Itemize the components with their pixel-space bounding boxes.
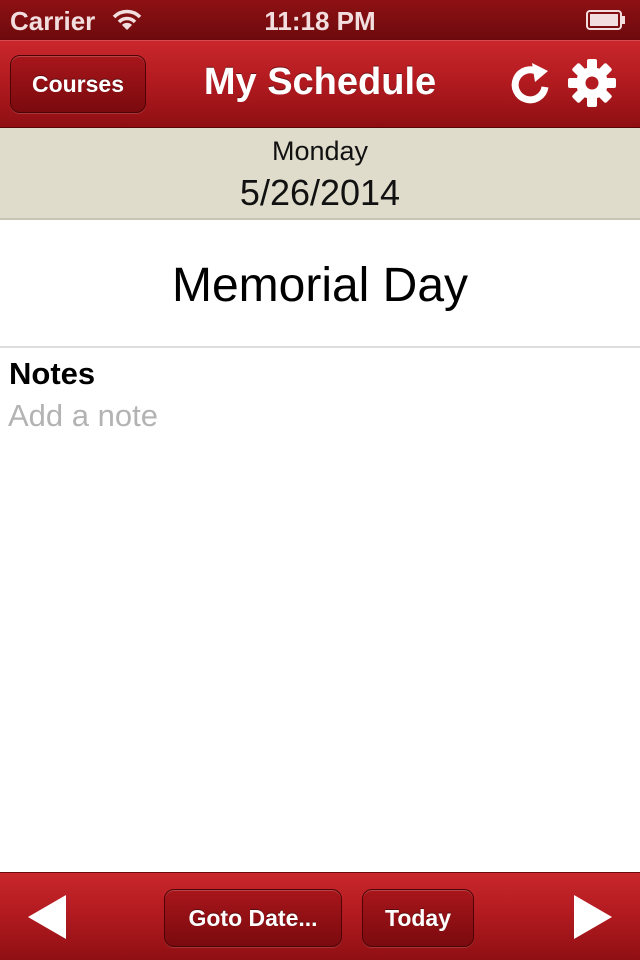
status-bar: Carrier 11:18 PM [0, 0, 640, 40]
bottom-toolbar: Goto Date... Today [0, 872, 640, 960]
previous-arrow-icon[interactable] [22, 891, 72, 943]
gear-icon[interactable] [566, 57, 618, 109]
battery-icon [586, 10, 625, 30]
clock-time: 11:18 PM [264, 6, 376, 36]
date-header: Monday 5/26/2014 [0, 128, 640, 220]
navigation-bar: Courses My Schedule [0, 40, 640, 128]
today-button[interactable]: Today [362, 889, 474, 947]
next-arrow-icon[interactable] [568, 891, 618, 943]
event-name: Memorial Day [171, 259, 469, 312]
event-row[interactable]: Memorial Day [0, 220, 640, 348]
note-input[interactable] [8, 396, 628, 436]
notes-label: Notes [9, 356, 96, 391]
goto-date-button[interactable]: Goto Date... [164, 889, 342, 947]
weekday-label: Monday [271, 136, 369, 166]
date-label: 5/26/2014 [239, 172, 401, 213]
refresh-icon[interactable] [508, 61, 554, 107]
